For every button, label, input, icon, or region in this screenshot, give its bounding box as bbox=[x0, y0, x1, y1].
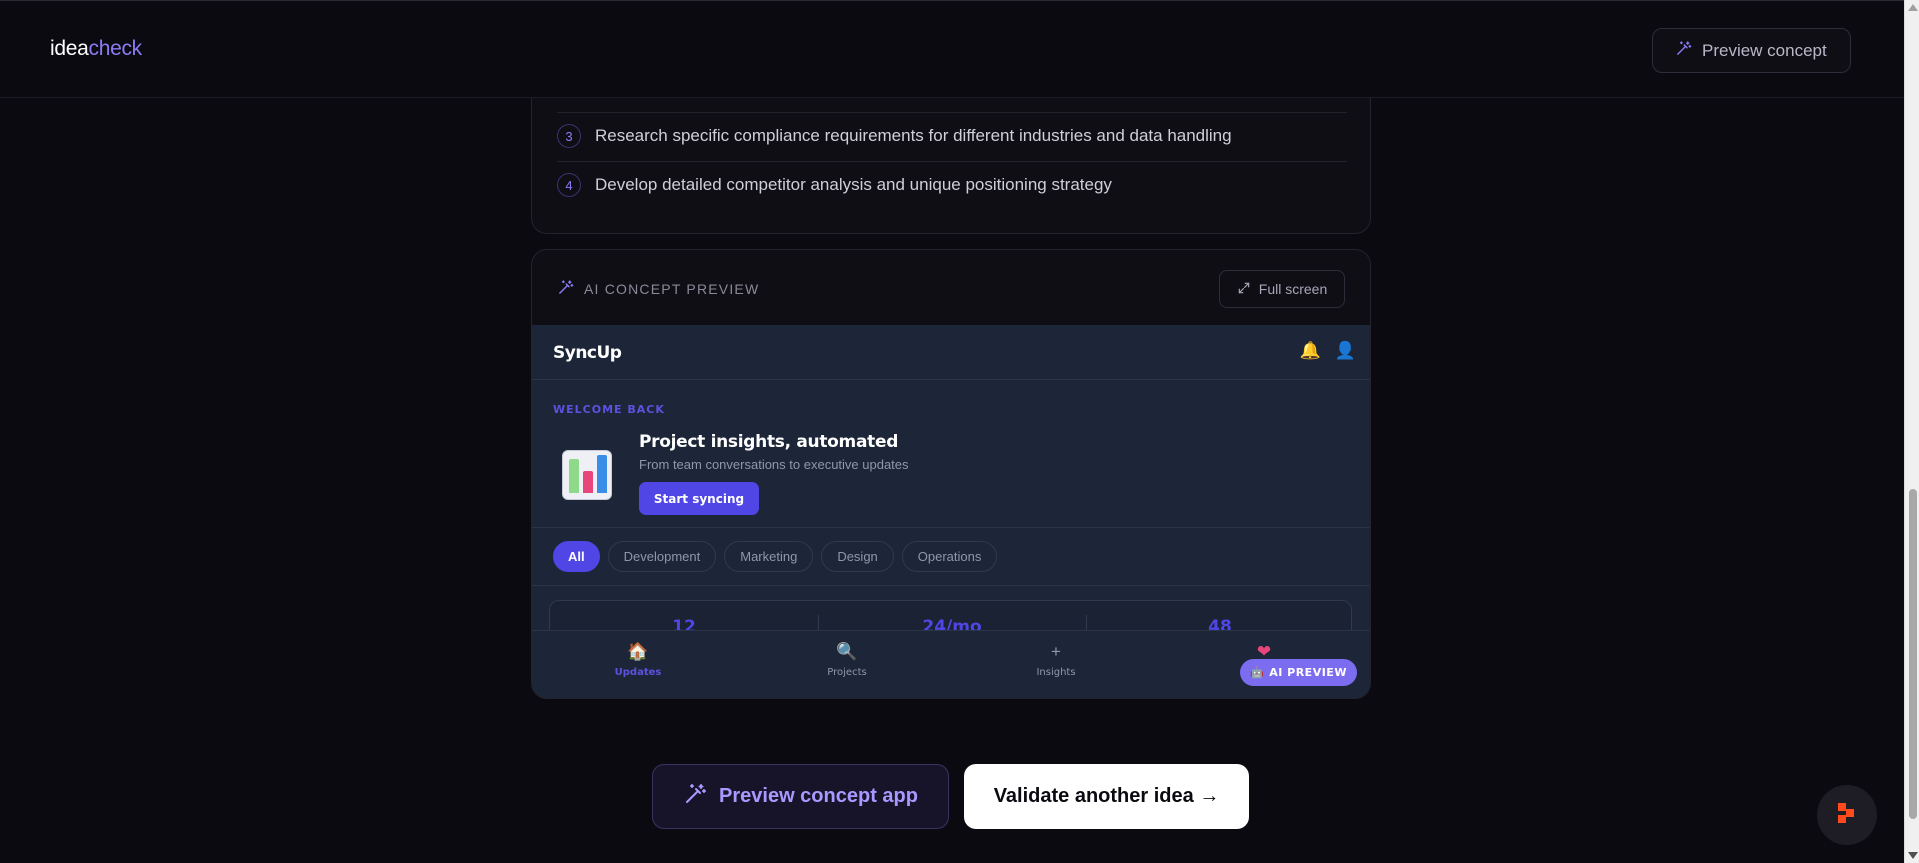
hero-subtitle: From team conversations to executive upd… bbox=[639, 457, 909, 472]
step-text: Research specific compliance requirement… bbox=[595, 126, 1232, 145]
app-tab-bar: 🏠 Updates 🔍 Projects + Insights ❤ 🤖 AI P… bbox=[532, 630, 1370, 698]
user-icon[interactable]: 👤 bbox=[1335, 341, 1356, 361]
fullscreen-button[interactable]: Full screen bbox=[1219, 270, 1345, 308]
preview-concept-label: Preview concept bbox=[1702, 40, 1827, 60]
chip-marketing[interactable]: Marketing bbox=[724, 541, 814, 572]
concept-preview-title: AI CONCEPT PREVIEW bbox=[557, 279, 759, 299]
plus-icon: + bbox=[1051, 642, 1061, 661]
vertical-scrollbar[interactable] bbox=[1904, 0, 1919, 863]
floating-help-button[interactable] bbox=[1817, 785, 1877, 845]
step-number: 3 bbox=[557, 124, 581, 148]
logo-check: check bbox=[88, 37, 143, 60]
robot-icon: 🤖 bbox=[1250, 666, 1265, 679]
scroll-down-arrow-icon[interactable] bbox=[1908, 852, 1918, 859]
tab-updates[interactable]: 🏠 Updates bbox=[598, 641, 678, 678]
step-item: 4 Develop detailed competitor analysis a… bbox=[557, 161, 1347, 209]
hero-title: Project insights, automated bbox=[639, 432, 899, 452]
welcome-label: WELCOME BACK bbox=[553, 403, 665, 416]
app-header: SyncUp 🔔 👤 bbox=[532, 325, 1370, 380]
magic-wand-icon bbox=[557, 279, 574, 299]
chip-all[interactable]: All bbox=[553, 541, 600, 572]
fullscreen-label: Full screen bbox=[1258, 281, 1328, 297]
scrollbar-thumb[interactable] bbox=[1909, 489, 1917, 819]
scroll-up-arrow-icon[interactable] bbox=[1908, 4, 1918, 11]
chip-design[interactable]: Design bbox=[821, 541, 894, 572]
bar-chart-icon bbox=[562, 450, 612, 500]
category-filter: All Development Marketing Design Operati… bbox=[532, 528, 1370, 586]
magic-wand-icon bbox=[1675, 40, 1692, 62]
expand-icon bbox=[1237, 281, 1251, 298]
tab-projects[interactable]: 🔍 Projects bbox=[807, 641, 887, 678]
concept-app-frame: SyncUp 🔔 👤 WELCOME BACK Project insights… bbox=[532, 325, 1370, 698]
concept-preview-title-text: AI CONCEPT PREVIEW bbox=[584, 281, 760, 297]
ai-preview-badge: 🤖 AI PREVIEW bbox=[1240, 659, 1357, 686]
preview-concept-app-label: Preview concept app bbox=[719, 785, 918, 807]
start-syncing-button[interactable]: Start syncing bbox=[639, 482, 759, 515]
app-name: SyncUp bbox=[553, 343, 622, 363]
app-header-icons: 🔔 👤 bbox=[1300, 341, 1356, 361]
logo-idea: idea bbox=[50, 37, 89, 60]
tab-label: Updates bbox=[614, 667, 662, 678]
search-icon: 🔍 bbox=[836, 642, 858, 661]
chip-operations[interactable]: Operations bbox=[901, 541, 998, 572]
step-item: 3 Research specific compliance requireme… bbox=[557, 112, 1347, 160]
tab-insights[interactable]: + Insights bbox=[1016, 641, 1096, 678]
brand-logo-icon bbox=[1834, 800, 1860, 831]
chip-development[interactable]: Development bbox=[607, 541, 717, 572]
step-text: Develop detailed competitor analysis and… bbox=[595, 175, 1112, 194]
magic-wand-icon bbox=[683, 782, 707, 812]
concept-preview-card: AI CONCEPT PREVIEW Full screen SyncUp 🔔 … bbox=[531, 249, 1371, 699]
preview-concept-button[interactable]: Preview concept bbox=[1652, 28, 1851, 73]
validate-another-idea-button[interactable]: Validate another idea → bbox=[964, 764, 1249, 829]
bell-icon[interactable]: 🔔 bbox=[1300, 341, 1321, 361]
tab-label: Projects bbox=[827, 667, 867, 678]
preview-concept-app-button[interactable]: Preview concept app bbox=[652, 764, 949, 829]
tab-label: Insights bbox=[1036, 667, 1076, 678]
app-hero: WELCOME BACK Project insights, automated… bbox=[532, 380, 1370, 528]
concept-preview-header: AI CONCEPT PREVIEW Full screen bbox=[532, 250, 1370, 325]
step-number: 4 bbox=[557, 173, 581, 197]
logo[interactable]: ideacheck bbox=[50, 37, 142, 61]
home-icon: 🏠 bbox=[627, 642, 649, 661]
top-bar: ideacheck Preview concept bbox=[0, 0, 1904, 98]
ai-preview-label: AI PREVIEW bbox=[1269, 666, 1347, 679]
